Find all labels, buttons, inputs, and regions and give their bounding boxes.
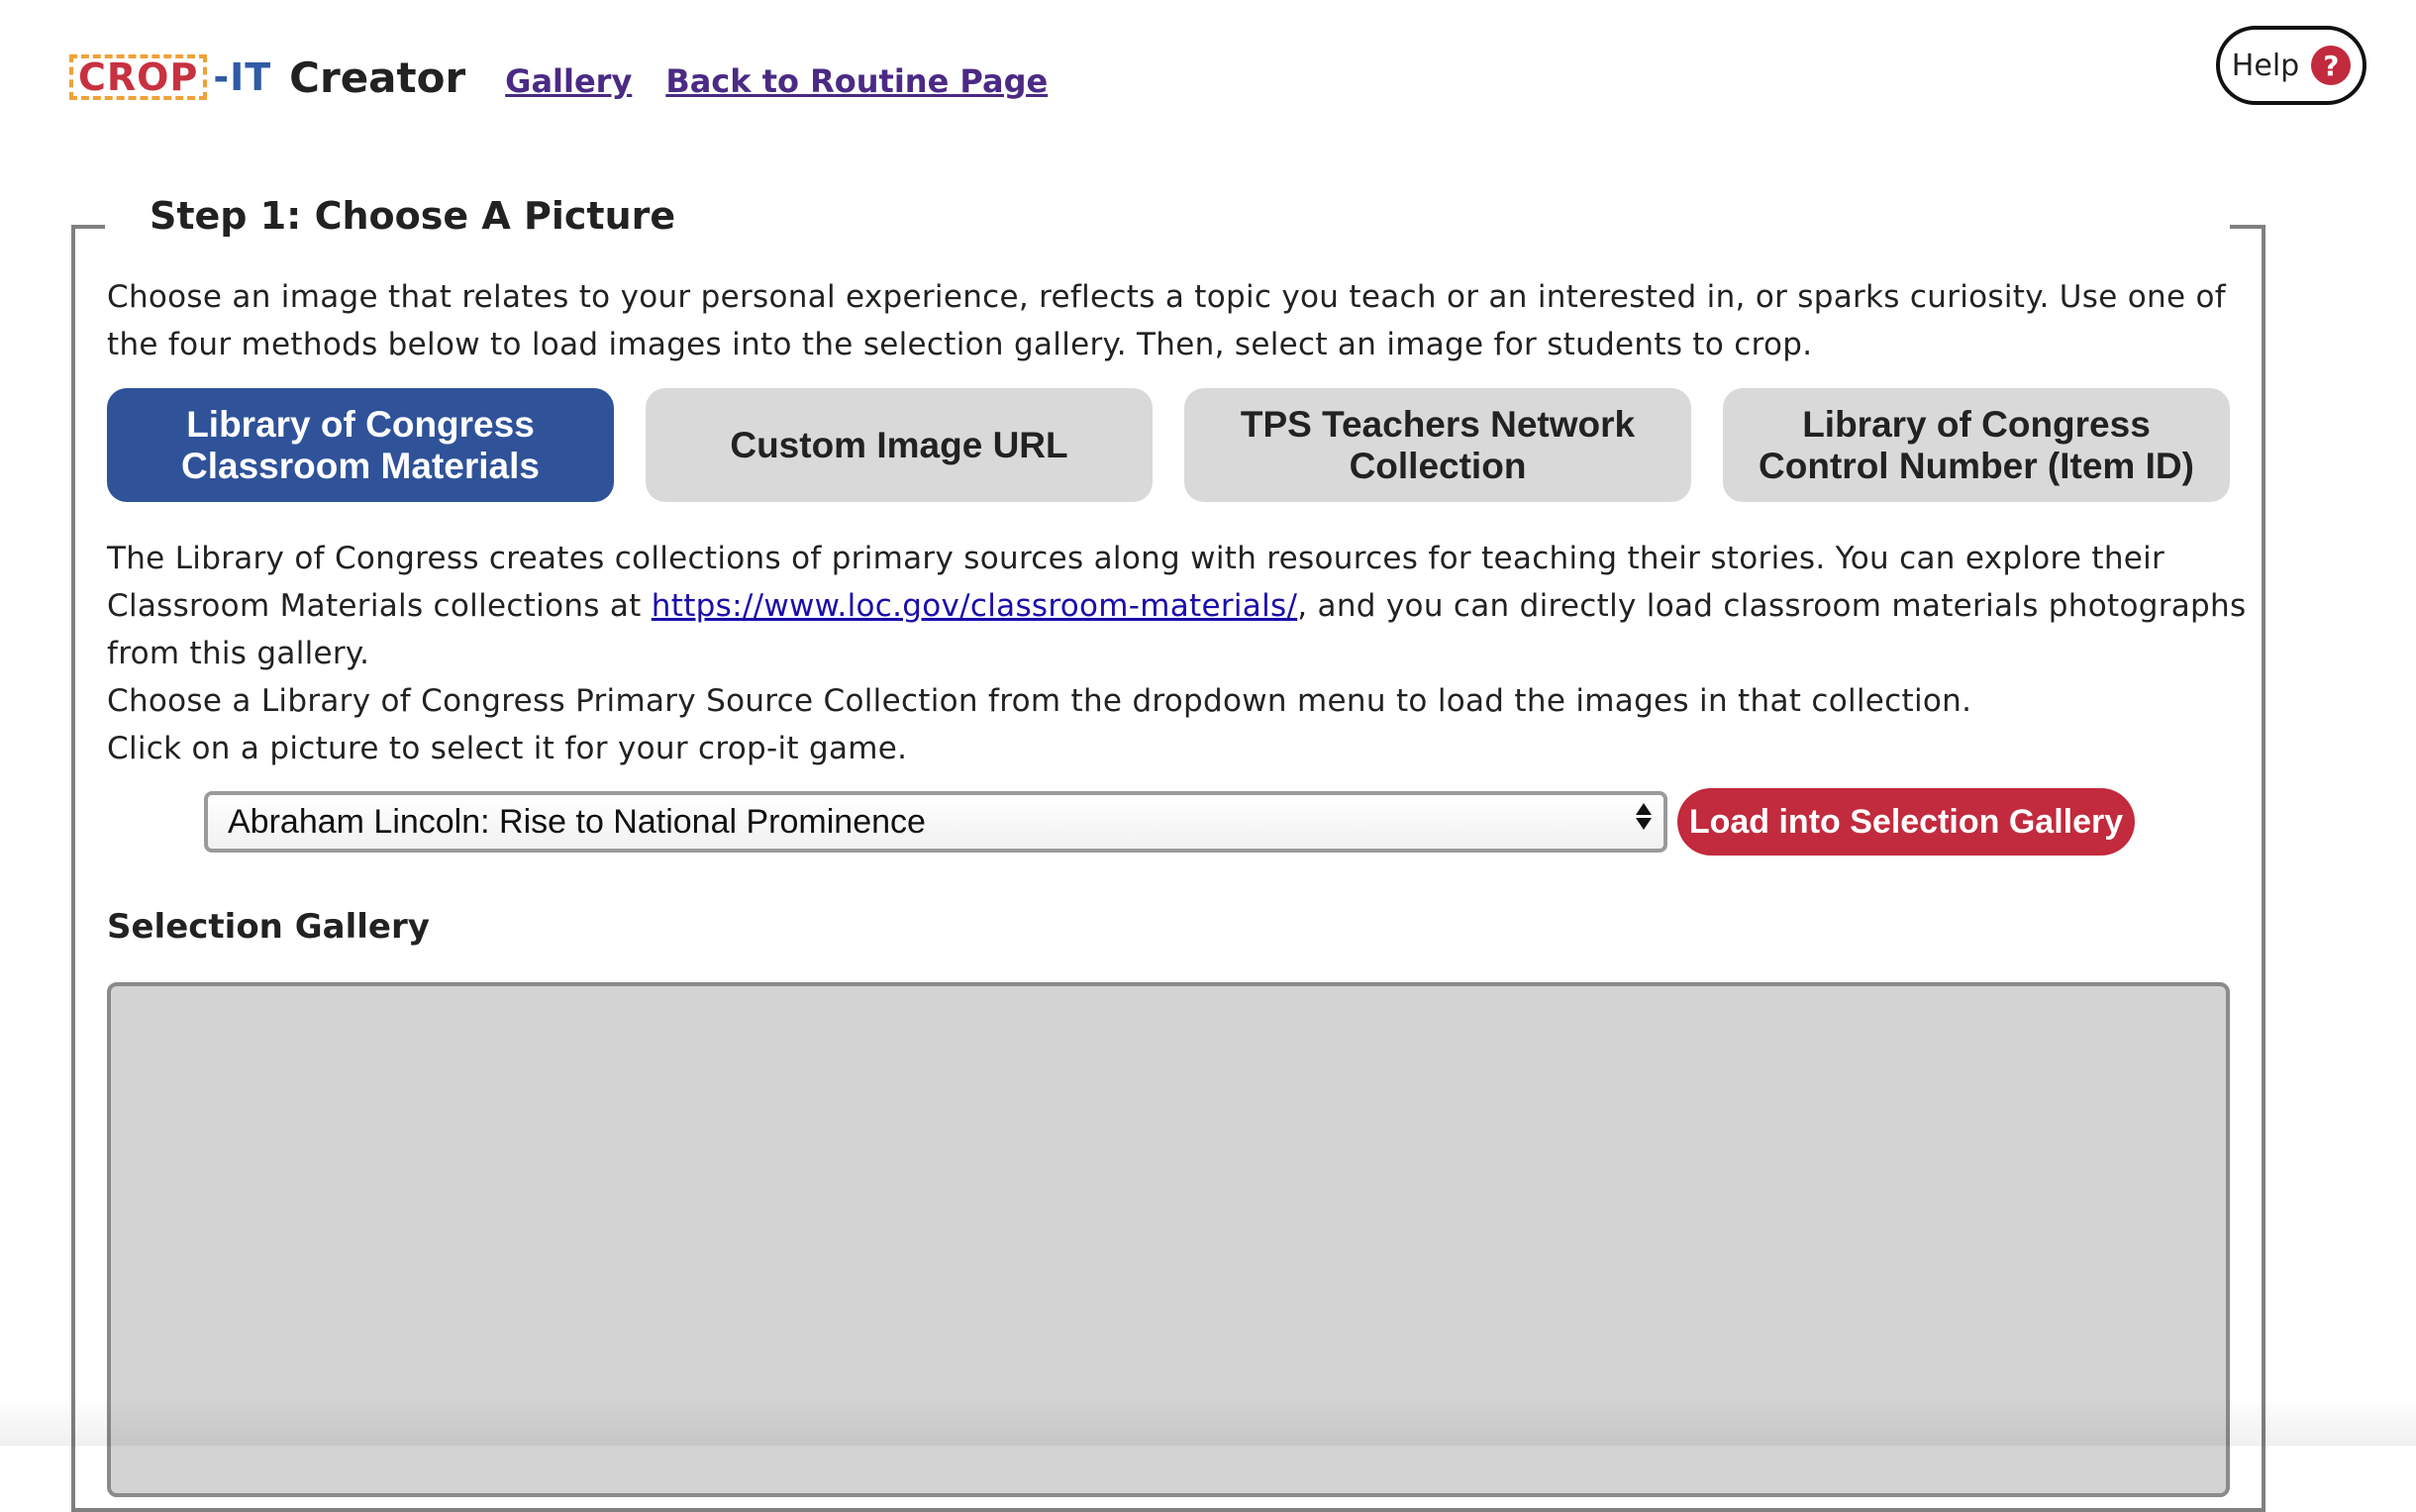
- step-1-intro: Choose an image that relates to your per…: [107, 279, 2226, 362]
- step-1-title: Step 1: Choose A Picture: [144, 194, 682, 238]
- method-tabs: Library of Congress Classroom Materials …: [107, 388, 2230, 502]
- logo-crop-text: CROP: [69, 54, 208, 100]
- collection-select-row: Abraham Lincoln: Rise to National Promin…: [204, 788, 2135, 856]
- tab-loc-classroom-materials[interactable]: Library of Congress Classroom Materials: [107, 388, 614, 502]
- select-arrows-icon: [1636, 803, 1652, 830]
- crop-it-logo[interactable]: CROP -IT: [69, 54, 271, 100]
- help-button[interactable]: Help ?: [2216, 26, 2366, 105]
- logo-it-text: -IT: [213, 55, 272, 99]
- instruction-line-2: Click on a picture to select it for your…: [107, 731, 908, 766]
- gallery-link[interactable]: Gallery: [505, 62, 632, 100]
- app-title: Creator: [289, 52, 466, 102]
- classroom-materials-link[interactable]: https://www.loc.gov/classroom-materials/: [652, 588, 1297, 624]
- back-to-routine-link[interactable]: Back to Routine Page: [665, 62, 1048, 100]
- tab-loc-control-number[interactable]: Library of Congress Control Number (Item…: [1723, 388, 2230, 502]
- fieldset-border-right: [2230, 225, 2265, 229]
- help-label: Help: [2231, 48, 2300, 83]
- collection-select[interactable]: Abraham Lincoln: Rise to National Promin…: [204, 791, 1667, 853]
- fieldset-border-left: [71, 225, 105, 229]
- collection-instructions: Choose a Library of Congress Primary Sou…: [107, 677, 2285, 772]
- tab-custom-image-url[interactable]: Custom Image URL: [646, 388, 1153, 502]
- question-mark-icon: ?: [2311, 46, 2352, 85]
- selection-gallery[interactable]: [107, 982, 2230, 1497]
- instruction-line-1: Choose a Library of Congress Primary Sou…: [107, 683, 1972, 719]
- loc-description: The Library of Congress creates collecti…: [107, 535, 2285, 677]
- collection-select-value: Abraham Lincoln: Rise to National Promin…: [228, 802, 926, 841]
- tab-tps-teachers-network[interactable]: TPS Teachers Network Collection: [1184, 388, 1691, 502]
- selection-gallery-title: Selection Gallery: [107, 907, 430, 947]
- load-into-gallery-button[interactable]: Load into Selection Gallery: [1677, 788, 2135, 856]
- app-header: CROP -IT Creator Gallery Back to Routine…: [69, 48, 1048, 107]
